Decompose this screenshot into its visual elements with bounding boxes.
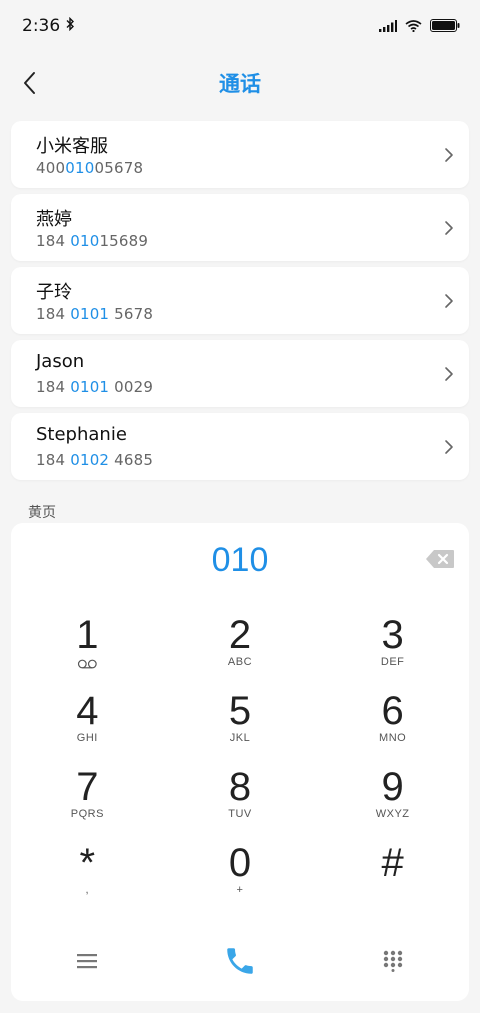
key-7[interactable]: 7 PQRS [11, 763, 164, 839]
battery-icon [430, 17, 460, 36]
key-digit: * [79, 841, 96, 885]
keypad: 1 2 ABC 3 DEF 4 GHI 5 JKL 6 MNO 7 PQRS 8… [11, 611, 469, 915]
key-digit: 0 [228, 841, 252, 885]
chevron-left-icon [24, 72, 35, 94]
call-button[interactable] [164, 938, 317, 984]
match-highlight: 010 [70, 232, 100, 250]
menu-icon [77, 954, 98, 969]
contact-number: 40001005678 [36, 159, 144, 177]
chevron-right-icon [445, 221, 453, 235]
key-letters: MNO [379, 732, 407, 744]
match-highlight: 010 [65, 159, 95, 177]
key-letters: + [236, 884, 244, 896]
key-5[interactable]: 5 JKL [164, 687, 317, 763]
contact-name: Jason [36, 351, 85, 372]
contact-name: 小米客服 [36, 136, 108, 157]
contact-number: 184 0102 4685 [36, 451, 154, 469]
chevron-right-icon [445, 294, 453, 308]
key-0[interactable]: 0 + [164, 839, 317, 915]
contact-name: 燕婷 [36, 209, 72, 230]
signal-icon [379, 17, 397, 36]
key-2[interactable]: 2 ABC [164, 611, 317, 687]
chevron-right-icon [445, 148, 453, 162]
key-6[interactable]: 6 MNO [316, 687, 469, 763]
dialpad-grid-icon [383, 950, 402, 972]
dial-display: 010 [211, 541, 269, 579]
key-4[interactable]: 4 GHI [11, 687, 164, 763]
key-letters: PQRS [70, 808, 104, 820]
chevron-right-icon [445, 440, 453, 454]
key-digit: 3 [381, 613, 404, 657]
menu-button[interactable] [11, 938, 164, 984]
key-digit: 9 [381, 765, 404, 809]
key-1[interactable]: 1 [11, 611, 164, 687]
status-time: 2:36 [22, 16, 61, 36]
wifi-icon [405, 17, 422, 36]
contact-list: 小米客服 40001005678 燕婷 184 01015689 子玲 184 … [11, 121, 469, 486]
dialpad-bottom-bar [11, 938, 469, 984]
yellow-pages-label[interactable]: 黄页 [28, 502, 56, 522]
contact-item[interactable]: 子玲 184 0101 5678 [11, 267, 469, 334]
hide-keypad-button[interactable] [316, 938, 469, 984]
status-right [379, 17, 460, 36]
bluetooth-icon [66, 16, 75, 36]
contact-item[interactable]: 燕婷 184 01015689 [11, 194, 469, 261]
key-letters: TUV [228, 808, 252, 820]
contact-name: 子玲 [36, 282, 72, 303]
key-letters: DEF [380, 656, 405, 668]
key-digit: 7 [76, 765, 99, 809]
key-letters: WXYZ [375, 808, 410, 820]
contact-number: 184 0101 5678 [36, 305, 154, 323]
key-digit: 2 [228, 613, 252, 657]
key-letters: GHI [76, 732, 98, 744]
key-digit: 5 [228, 689, 252, 733]
key-digit: 4 [76, 689, 99, 733]
contact-item[interactable]: Jason 184 0101 0029 [11, 340, 469, 407]
back-button[interactable] [14, 66, 46, 100]
voicemail-icon [77, 659, 97, 669]
contact-number: 184 01015689 [36, 232, 149, 250]
key-letters: ABC [227, 656, 253, 668]
backspace-icon[interactable] [425, 549, 455, 569]
key-digit: 6 [381, 689, 404, 733]
key-digit: 8 [228, 765, 252, 809]
match-highlight: 0101 [70, 378, 110, 396]
page-title: 通话 [219, 72, 261, 96]
key-hash[interactable]: # [316, 839, 469, 915]
header: 通话 [0, 52, 480, 114]
key-3[interactable]: 3 DEF [316, 611, 469, 687]
dialpad: 010 1 2 ABC 3 DEF 4 GHI 5 JKL 6 MNO 7 PQ… [11, 523, 469, 1001]
match-highlight: 0102 [70, 451, 110, 469]
key-letters: , [85, 884, 90, 896]
contact-number: 184 0101 0029 [36, 378, 154, 396]
contact-item[interactable]: Stephanie 184 0102 4685 [11, 413, 469, 480]
chevron-right-icon [445, 367, 453, 381]
status-bar: 2:36 [0, 0, 480, 52]
key-digit: # [381, 841, 404, 885]
match-highlight: 0101 [70, 305, 110, 323]
contact-item[interactable]: 小米客服 40001005678 [11, 121, 469, 188]
key-digit: 1 [76, 613, 99, 657]
contact-name: Stephanie [36, 424, 127, 445]
status-left: 2:36 [22, 16, 75, 36]
key-letters: JKL [229, 732, 251, 744]
phone-icon [227, 948, 253, 974]
key-star[interactable]: * , [11, 839, 164, 915]
key-8[interactable]: 8 TUV [164, 763, 317, 839]
key-9[interactable]: 9 WXYZ [316, 763, 469, 839]
